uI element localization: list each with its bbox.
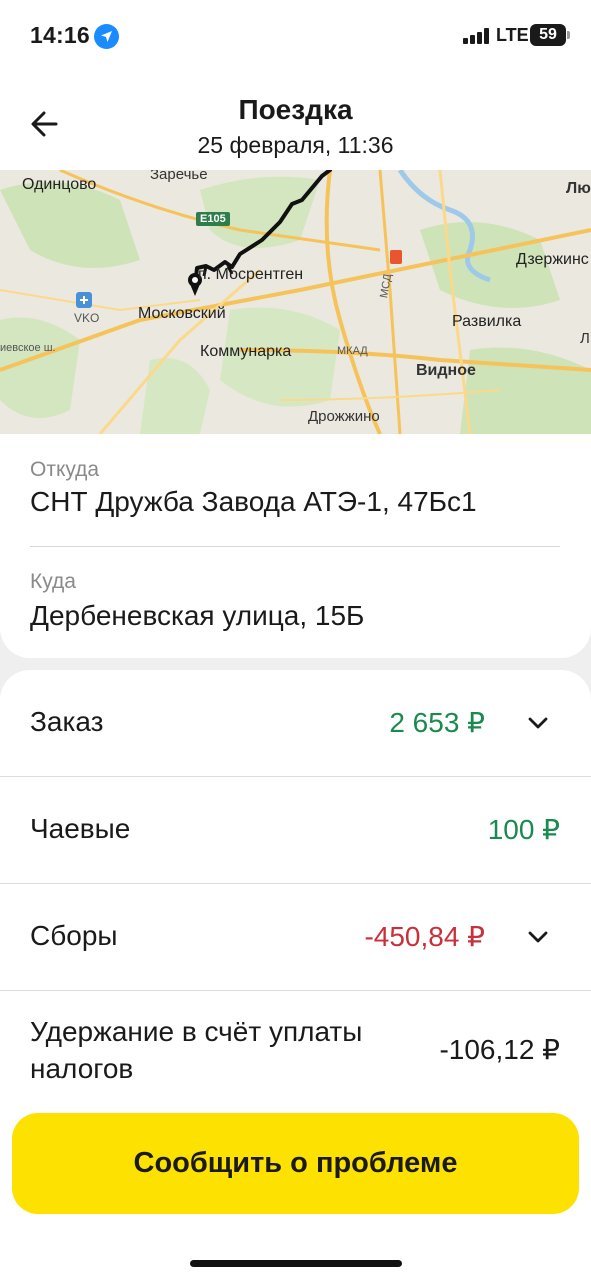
chevron-down-icon[interactable] — [524, 923, 552, 951]
tips-label: Чаевые — [30, 813, 131, 844]
divider — [30, 546, 560, 547]
tips-row: Чаевые 100 ₽ — [0, 777, 591, 884]
map-label-vko: VKO — [74, 311, 100, 325]
bottom-bar: Сообщить о проблеме — [0, 1100, 591, 1280]
status-bar: 14:16 LTE 59 — [0, 0, 591, 70]
to-address: Дербеневская улица, 15Б — [30, 600, 365, 631]
map-label-razvilka: Развилка — [452, 313, 522, 330]
payment-card: Заказ 2 653 ₽ Чаевые 100 ₽ Сборы -450,84… — [0, 670, 591, 1110]
map-label-kommunarka: Коммунарка — [200, 343, 292, 360]
fees-amount: -450,84 ₽ — [364, 921, 485, 952]
to-label: Куда — [30, 570, 76, 593]
from-address: СНТ Дружба Завода АТЭ-1, 47Бс1 — [30, 486, 477, 517]
map-label-mosrentgen: п. Мосрентген — [198, 266, 304, 283]
page-title: Поездка — [238, 94, 353, 125]
route-map[interactable]: Одинцово Заречье E105 п. Мосрентген Моск… — [0, 170, 591, 434]
tax-row: Удержание в счёт уплаты налогов -106,12 … — [0, 991, 591, 1110]
map-label-lyu: Лю — [566, 180, 591, 197]
map-label-kievskoe: иевское ш. — [0, 342, 56, 354]
tax-label: Удержание в счёт уплаты налогов — [30, 1016, 363, 1084]
from-label: Откуда — [30, 458, 100, 481]
map-label-odintsovo: Одинцово — [22, 176, 97, 193]
order-amount: 2 653 ₽ — [389, 707, 485, 738]
map-label-mkad: МКАД — [337, 345, 368, 357]
road-badge: E105 — [196, 212, 230, 226]
network-type: LTE — [496, 25, 529, 45]
tips-amount: 100 ₽ — [487, 814, 560, 845]
map-label-l: Л — [580, 330, 590, 347]
map-canvas — [0, 170, 591, 434]
map-label-drozhzhino: Дрожжино — [308, 408, 380, 425]
header: Поездка 25 февраля, 11:36 — [0, 70, 591, 170]
chevron-down-icon[interactable] — [524, 709, 552, 737]
page-subtitle: 25 февраля, 11:36 — [197, 132, 394, 158]
order-label: Заказ — [30, 706, 104, 737]
map-label-vidnoe: Видное — [416, 362, 476, 379]
tax-amount: -106,12 ₽ — [439, 1034, 560, 1065]
fees-label: Сборы — [30, 920, 118, 951]
report-problem-button[interactable]: Сообщить о проблеме — [12, 1113, 579, 1214]
order-row[interactable]: Заказ 2 653 ₽ — [0, 670, 591, 777]
signal-icon — [463, 28, 491, 44]
map-label-moskovsky: Московский — [138, 305, 226, 322]
home-indicator[interactable] — [190, 1260, 402, 1267]
route-card: Откуда СНТ Дружба Завода АТЭ-1, 47Бс1 Ку… — [0, 434, 591, 658]
map-label-dzerzhinsky: Дзержинс — [516, 251, 589, 268]
map-label-zarechye: Заречье — [150, 170, 208, 183]
battery-icon: 59 — [530, 24, 570, 46]
location-arrow-icon — [94, 24, 119, 49]
status-time: 14:16 — [30, 22, 90, 48]
fees-row[interactable]: Сборы -450,84 ₽ — [0, 884, 591, 991]
